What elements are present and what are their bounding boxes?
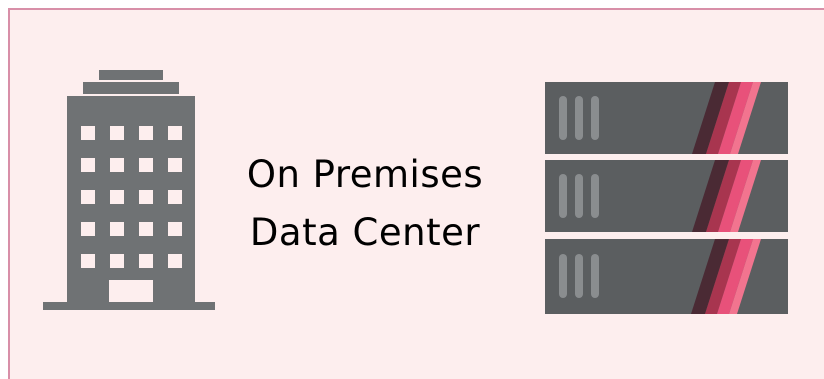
diagram-label: On Premises Data Center	[220, 146, 510, 262]
server-rack-icon	[545, 82, 788, 314]
label-line-1: On Premises	[246, 153, 484, 196]
label-line-2: Data Center	[249, 211, 481, 254]
diagram-panel: On Premises Data Center	[8, 8, 824, 379]
server-unit-2	[545, 160, 788, 232]
server-unit-1	[545, 82, 788, 154]
office-building-icon	[43, 70, 215, 310]
server-unit-3	[545, 239, 788, 314]
